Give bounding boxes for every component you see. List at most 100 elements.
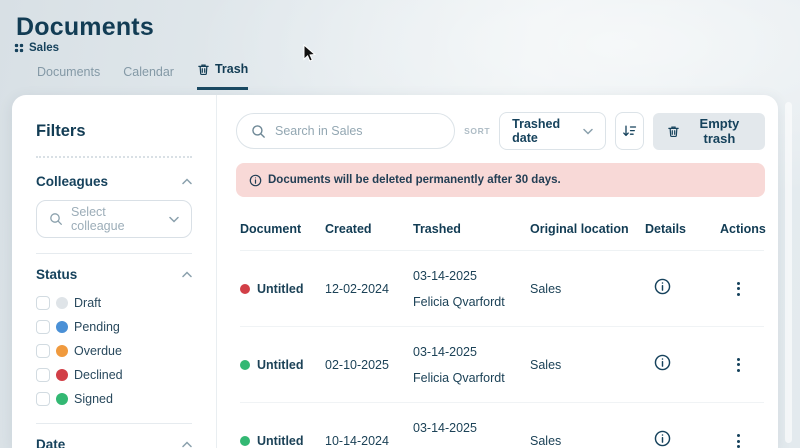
column-header-trashed: Trashed: [413, 221, 461, 236]
tab-trash[interactable]: Trash: [196, 62, 249, 90]
trashed-by: Felicia Qvarfordt: [413, 441, 530, 448]
document-name: Untitled: [257, 357, 304, 372]
original-location: Sales: [530, 434, 562, 448]
divider: [36, 253, 192, 254]
chevron-down-icon: [582, 128, 593, 135]
details-button[interactable]: [645, 278, 720, 300]
status-option-label: Draft: [74, 295, 102, 310]
status-checkbox-draft[interactable]: [36, 295, 50, 310]
page-title: Documents: [16, 13, 154, 41]
status-dot-overdue: [56, 344, 68, 357]
status-checkbox-declined[interactable]: [36, 367, 50, 382]
content-card: Filters Colleagues Select colleague Stat…: [12, 95, 778, 448]
workspace-grid-icon: [14, 43, 24, 53]
status-option-overdue[interactable]: Overdue: [36, 341, 192, 360]
info-icon: [654, 278, 671, 294]
trashed-date: 03-14-2025: [413, 421, 477, 435]
status-label: Status: [36, 267, 78, 282]
mouse-cursor: [303, 43, 317, 68]
status-filter-list: Draft Pending Overdue Declined Signed: [36, 293, 192, 408]
document-name: Untitled: [257, 281, 304, 296]
colleague-select-placeholder: Select colleague: [71, 205, 125, 233]
column-header-actions: Actions: [720, 221, 766, 236]
sort-descending-icon: [621, 124, 637, 138]
search-input[interactable]: [275, 124, 441, 138]
app-window: Documents Sales Documents Calendar Trash…: [0, 0, 800, 448]
status-option-draft[interactable]: Draft: [36, 293, 192, 312]
tab-calendar[interactable]: Calendar: [123, 65, 174, 90]
table-row[interactable]: Untitled 10-14-2024 03-14-2025 Felicia Q…: [240, 403, 764, 448]
vertical-scrollbar[interactable]: [785, 102, 792, 443]
kebab-menu-icon: [737, 281, 740, 296]
document-status-dot: [240, 283, 250, 294]
document-name: Untitled: [257, 434, 304, 448]
document-status-dot: [240, 436, 250, 446]
status-option-label: Overdue: [74, 343, 122, 358]
retention-warning-text: Documents will be deleted permanently af…: [268, 174, 561, 186]
table-row[interactable]: Untitled 12-02-2024 03-14-2025 Felicia Q…: [240, 251, 764, 327]
chevron-up-icon: [182, 441, 192, 448]
column-header-location: Original location: [530, 221, 629, 236]
colleague-select[interactable]: Select colleague: [36, 200, 192, 238]
table-header-row: Document Created Trashed Original locati…: [240, 207, 766, 251]
breadcrumb-label: Sales: [29, 42, 60, 54]
colleagues-label: Colleagues: [36, 174, 109, 189]
created-date: 10-14-2024: [325, 434, 389, 448]
details-button[interactable]: [645, 430, 720, 448]
search-icon: [49, 212, 63, 226]
trashed-date: 03-14-2025: [413, 344, 477, 359]
sort-direction-button[interactable]: [614, 112, 644, 150]
status-option-pending[interactable]: Pending: [36, 317, 192, 336]
chevron-up-icon: [182, 178, 192, 185]
status-dot-draft: [56, 296, 68, 309]
status-section-header[interactable]: Status: [36, 267, 192, 282]
column-header-details: Details: [645, 221, 686, 236]
filters-sidebar: Filters Colleagues Select colleague Stat…: [12, 95, 217, 448]
divider: [36, 156, 192, 158]
sort-select[interactable]: Trashed date: [499, 112, 606, 150]
status-option-signed[interactable]: Signed: [36, 389, 192, 408]
status-checkbox-signed[interactable]: [36, 391, 50, 406]
document-status-dot: [240, 359, 250, 370]
table-row[interactable]: Untitled 02-10-2025 03-14-2025 Felicia Q…: [240, 327, 764, 403]
kebab-menu-icon: [737, 434, 740, 448]
tab-documents[interactable]: Documents: [37, 65, 100, 90]
sort-label: SORT: [464, 126, 491, 136]
colleagues-section-header[interactable]: Colleagues: [36, 174, 192, 189]
row-actions-button[interactable]: [720, 357, 764, 372]
trashed-date: 03-14-2025: [413, 268, 477, 283]
details-button[interactable]: [645, 354, 720, 376]
created-date: 12-02-2024: [325, 281, 389, 296]
status-dot-declined: [56, 368, 68, 381]
row-actions-button[interactable]: [720, 434, 764, 448]
sort-select-value: Trashed date: [512, 117, 561, 145]
status-option-declined[interactable]: Declined: [36, 365, 192, 384]
breadcrumb: Sales: [14, 42, 59, 54]
kebab-menu-icon: [737, 357, 740, 372]
status-checkbox-overdue[interactable]: [36, 343, 50, 358]
row-actions-button[interactable]: [720, 281, 764, 296]
divider: [36, 423, 192, 424]
empty-trash-label: Empty trash: [699, 116, 740, 146]
empty-trash-button[interactable]: Empty trash: [652, 112, 765, 150]
info-icon: [654, 354, 671, 370]
status-checkbox-pending[interactable]: [36, 319, 50, 334]
trashed-by: Felicia Qvarfordt: [413, 294, 505, 309]
trash-icon: [667, 125, 680, 138]
status-option-label: Pending: [74, 319, 120, 334]
chevron-down-icon: [169, 216, 179, 223]
trash-table: Document Created Trashed Original locati…: [240, 207, 766, 448]
info-icon: [654, 430, 671, 447]
main-panel: SORT Trashed date Empty trash: [217, 95, 778, 448]
tab-bar: Documents Calendar Trash: [37, 62, 249, 90]
status-dot-pending: [56, 320, 68, 333]
info-icon: [249, 174, 262, 187]
date-section-header[interactable]: Date: [36, 437, 192, 448]
toolbar: SORT Trashed date Empty trash: [217, 95, 778, 150]
status-option-label: Declined: [74, 367, 123, 382]
original-location: Sales: [530, 281, 562, 296]
created-date: 02-10-2025: [325, 357, 389, 372]
trashed-by: Felicia Qvarfordt: [413, 370, 505, 385]
filters-title: Filters: [36, 122, 86, 140]
status-option-label: Signed: [74, 391, 113, 406]
